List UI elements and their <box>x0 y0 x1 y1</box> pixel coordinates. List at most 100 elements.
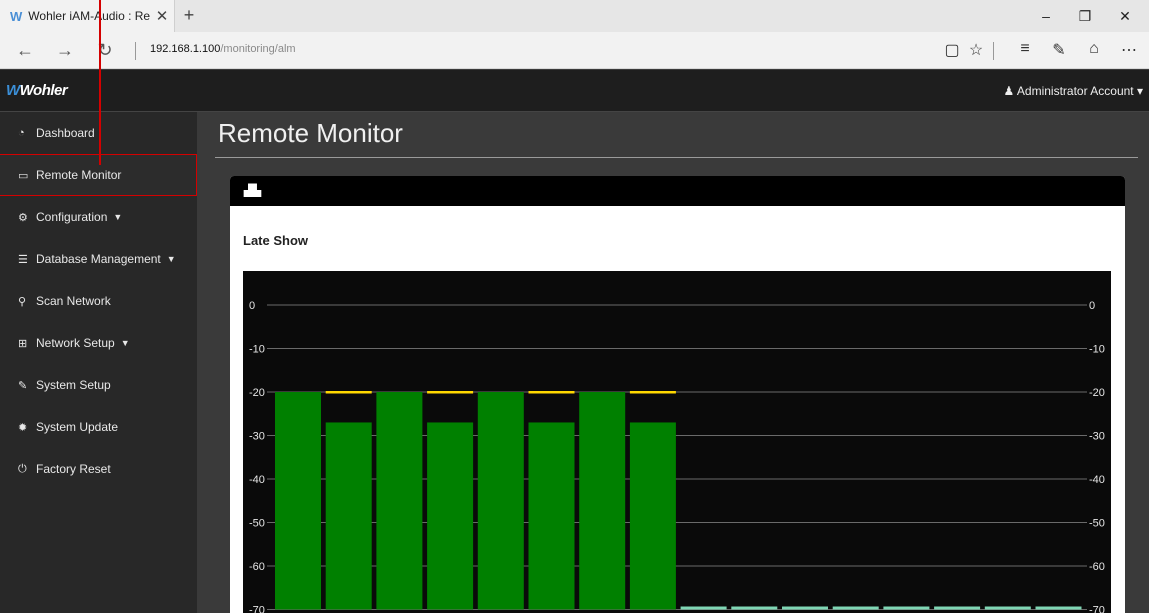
back-icon[interactable]: ← <box>14 40 36 61</box>
channel-peak-hold <box>528 391 575 394</box>
url-path: /monitoring/alm <box>220 43 296 55</box>
chevron-down-icon: ▼ <box>120 338 130 348</box>
more-icon[interactable]: ⋯ <box>1118 40 1140 60</box>
tick-label-right: -30 <box>1089 431 1105 443</box>
channel-bar-inactive <box>984 606 1031 610</box>
sidebar-item-scan-network[interactable]: ⚲ Scan Network <box>0 280 197 322</box>
sidebar-item-label: Dashboard <box>36 126 95 140</box>
divider <box>215 157 1138 158</box>
tick-label-left: -30 <box>249 431 265 443</box>
minimize-icon[interactable]: – <box>1036 8 1056 24</box>
user-icon: ♟ <box>1003 84 1015 98</box>
dashboard-icon: ◔ <box>18 127 25 139</box>
channel-bar-green <box>275 392 321 610</box>
tick-label-right: 0 <box>1089 300 1095 312</box>
favorite-star-icon[interactable]: ☆ <box>965 40 987 60</box>
refresh-icon[interactable]: ↻ <box>94 40 116 61</box>
sidebar-item-label: System Update <box>36 420 119 434</box>
tick-label-left: -70 <box>249 605 265 613</box>
sidebar-item-label: Remote Monitor <box>36 168 122 182</box>
forward-icon[interactable]: → <box>54 40 76 61</box>
account-label: Administrator Account <box>1016 84 1134 98</box>
sidebar-item-factory-reset[interactable]: ⏻ Factory Reset <box>0 448 197 490</box>
channel-bar-inactive <box>782 606 828 610</box>
address-bar: ← → ↻ 192.168.1.100/monitoring/alm ▢ ☆ ≡… <box>0 32 1149 69</box>
tick-label-left: 0 <box>249 300 255 312</box>
search-icon: ⚲ <box>18 295 27 308</box>
chevron-down-icon: ▾ <box>1136 84 1143 98</box>
wrench-icon: ✎ <box>18 379 28 392</box>
main-content: Remote Monitor ▟▙ Late Show 0 0 -10 -10 -20 -… <box>197 112 1149 613</box>
sidebar-item-network-setup[interactable]: ⊞ Network Setup ▼ <box>0 322 197 364</box>
sidebar-item-database-management[interactable]: ☰ Database Management ▼ <box>0 238 197 280</box>
source-title: Late Show <box>243 233 309 248</box>
page-title: Remote Monitor <box>218 118 403 148</box>
channel-bar-green <box>477 392 524 610</box>
cogs-icon: ⚙ <box>18 211 28 224</box>
sidebar-item-label: Factory Reset <box>36 462 111 476</box>
reading-view-icon[interactable]: ▢ <box>941 40 963 60</box>
chevron-down-icon: ▼ <box>113 212 123 222</box>
channel-bar-green <box>325 422 372 610</box>
sidebar-item-label: Configuration <box>36 210 108 224</box>
sidebar-item-label: Network Setup <box>36 336 115 350</box>
tick-label-right: -50 <box>1089 518 1105 530</box>
tick-label-right: -40 <box>1089 474 1105 486</box>
sitemap-icon: ⊞ <box>18 337 28 350</box>
monitor-panel: ▟▙ Late Show 0 0 -10 -10 -20 -20 -30 -30 -40 -40 -… <box>230 176 1125 613</box>
channel-peak-hold <box>427 391 474 394</box>
sidebar: ◔ Dashboard ▭ Remote Monitor ⚙ Configura… <box>0 112 197 613</box>
tick-label-left: -20 <box>249 387 265 399</box>
close-tab-icon[interactable]: ✕ <box>150 7 174 25</box>
channel-bar-inactive <box>731 606 778 610</box>
channel-bar-inactive <box>832 606 879 610</box>
sidebar-item-label: System Setup <box>36 378 111 392</box>
channel-peak-hold <box>325 391 372 394</box>
divider <box>135 42 136 60</box>
channel-bar-green <box>528 422 575 610</box>
channel-peak-hold <box>629 391 676 394</box>
channel-bar-inactive <box>680 606 727 610</box>
chevron-down-icon: ▼ <box>166 254 176 264</box>
meter-chart: 0 0 -10 -10 -20 -20 -30 -30 -40 -40 -50 -50 -60 -60 -7… <box>249 300 1105 613</box>
browser-tab[interactable]: W Wohler iAM-Audio : Rer ✕ <box>0 0 175 32</box>
logo-text: Wohler <box>19 82 68 99</box>
sidebar-item-system-setup[interactable]: ✎ System Setup <box>0 364 197 406</box>
channel-bar-green <box>579 392 626 610</box>
sidebar-item-label: Database Management <box>36 252 161 266</box>
wohler-logo: WWohler <box>6 82 68 99</box>
wohler-favicon-icon: W <box>10 8 23 24</box>
sidebar-item-configuration[interactable]: ⚙ Configuration ▼ <box>0 196 197 238</box>
channel-bar-inactive <box>934 606 981 610</box>
tick-label-left: -60 <box>249 561 265 573</box>
audio-level-meter: 0 0 -10 -10 -20 -20 -30 -30 -40 -40 -50 -50 -60 -60 -7… <box>243 271 1111 613</box>
close-window-icon[interactable]: ✕ <box>1115 8 1135 25</box>
channel-bar-inactive <box>1035 606 1082 610</box>
share-icon[interactable]: ⌂ <box>1083 40 1105 58</box>
tick-label-right: -60 <box>1089 561 1105 573</box>
new-tab-button[interactable]: + <box>178 5 200 26</box>
database-icon: ☰ <box>18 253 28 266</box>
sidebar-item-system-update[interactable]: ✹ System Update <box>0 406 197 448</box>
monitor-icon: ▭ <box>18 169 29 182</box>
maximize-icon[interactable]: ❐ <box>1075 8 1095 25</box>
channel-bar-green <box>376 392 423 610</box>
browser-tab-bar: W Wohler iAM-Audio : Rer ✕ + – ❐ ✕ <box>0 0 1149 32</box>
bar-chart-icon[interactable]: ▟▙ <box>244 184 261 197</box>
tick-label-right: -20 <box>1089 387 1105 399</box>
channel-bar-green <box>629 422 676 610</box>
annotation-callout-line <box>99 0 101 165</box>
app-header: WWohler ♟ Administrator Account ▾ <box>0 70 1149 112</box>
web-note-icon[interactable]: ✎ <box>1048 40 1070 60</box>
channel-bar-inactive <box>883 606 930 610</box>
url-field[interactable]: 192.168.1.100/monitoring/alm <box>150 43 296 55</box>
tick-label-right: -70 <box>1089 605 1105 613</box>
tick-label-left: -50 <box>249 518 265 530</box>
account-menu[interactable]: ♟ Administrator Account ▾ <box>1003 84 1143 98</box>
tick-label-right: -10 <box>1089 344 1105 356</box>
tick-label-left: -40 <box>249 474 265 486</box>
sidebar-item-label: Scan Network <box>36 294 111 308</box>
divider <box>993 42 994 60</box>
url-host: 192.168.1.100 <box>150 43 221 55</box>
hub-icon[interactable]: ≡ <box>1014 40 1036 58</box>
